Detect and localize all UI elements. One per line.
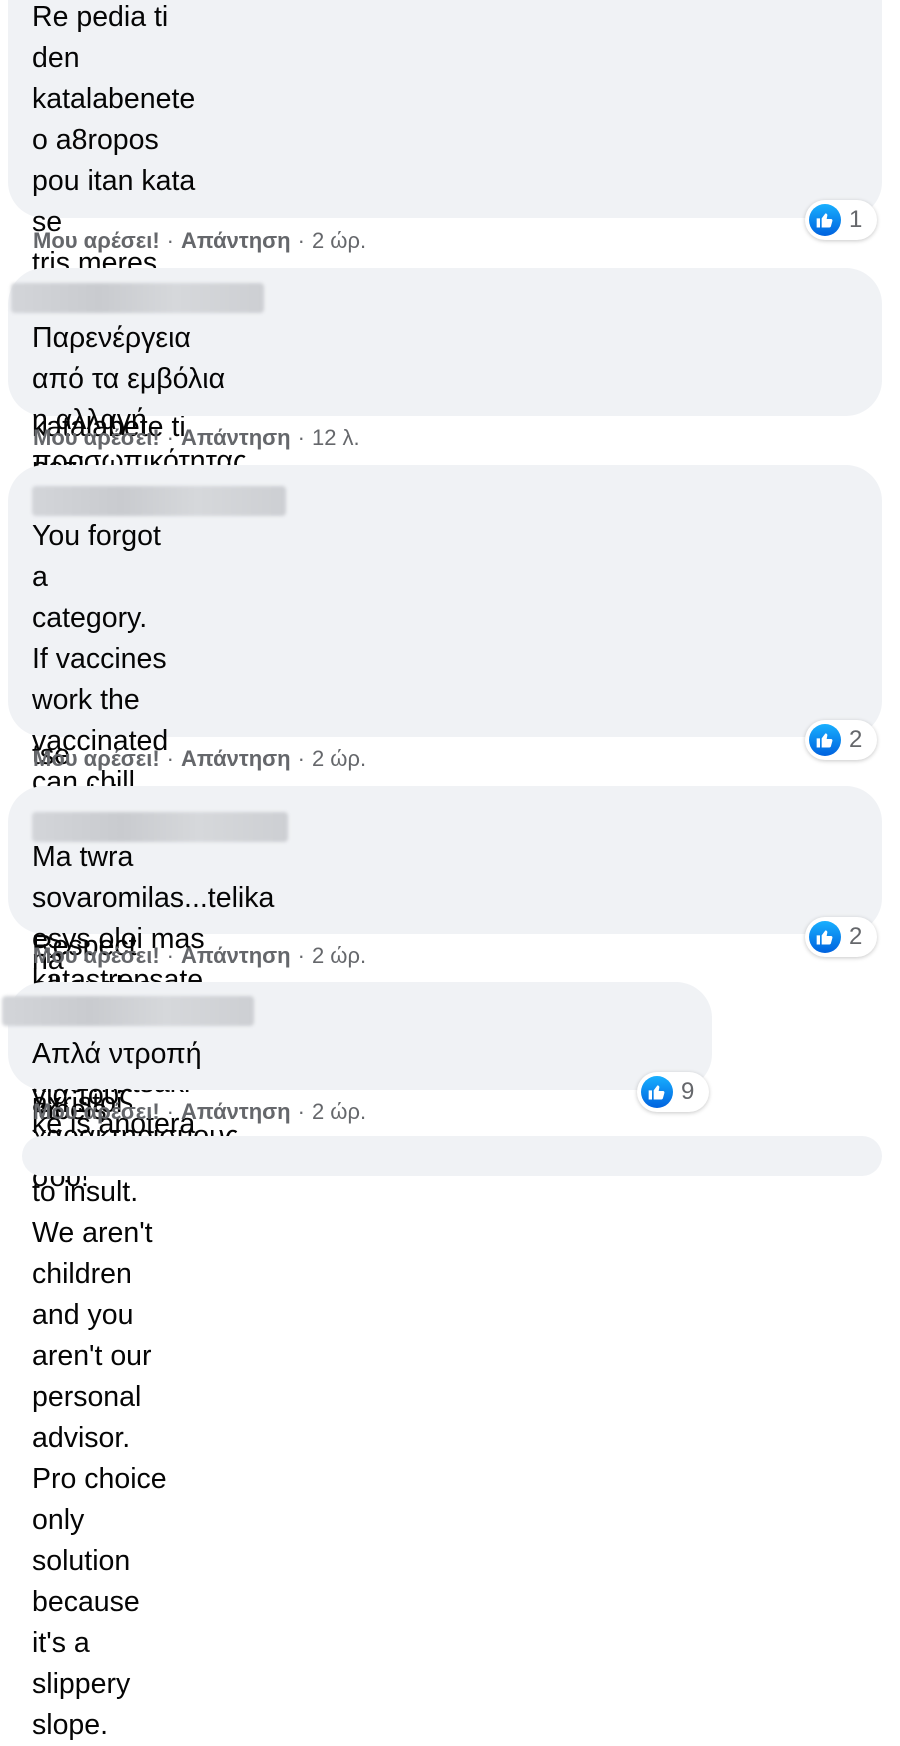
thumbs-up-icon bbox=[641, 1076, 673, 1108]
reaction-count: 1 bbox=[849, 206, 863, 233]
comment-actions: Μου αρέσει! · Απάντηση · 2 ώρ. bbox=[33, 746, 367, 771]
comment-actions: Μου αρέσει! · Απάντηση · 2 ώρ. bbox=[33, 228, 367, 253]
author-name-redacted bbox=[2, 996, 254, 1026]
like-link[interactable]: Μου αρέσει! bbox=[33, 228, 160, 253]
like-link[interactable]: Μου αρέσει! bbox=[33, 746, 160, 771]
comment-timestamp[interactable]: 12 λ. bbox=[312, 425, 360, 450]
reaction-count: 9 bbox=[681, 1078, 695, 1105]
like-link[interactable]: Μου αρέσει! bbox=[33, 943, 160, 968]
comment-actions: Μου αρέσει! · Απάντηση · 2 ώρ. bbox=[33, 1099, 367, 1124]
thumbs-up-icon bbox=[809, 204, 841, 236]
reply-link[interactable]: Απάντηση bbox=[181, 943, 291, 968]
comment-actions: Μου αρέσει! · Απάντηση · 2 ώρ. bbox=[33, 943, 367, 968]
reply-link[interactable]: Απάντηση bbox=[181, 746, 291, 771]
author-name-redacted bbox=[11, 283, 264, 313]
reaction-summary[interactable]: 9 bbox=[637, 1072, 709, 1112]
author-name-redacted bbox=[32, 486, 286, 516]
reply-link[interactable]: Απάντηση bbox=[181, 228, 291, 253]
comment-timestamp[interactable]: 2 ώρ. bbox=[312, 943, 366, 968]
like-link[interactable]: Μου αρέσει! bbox=[33, 1099, 160, 1124]
reply-link[interactable]: Απάντηση bbox=[181, 425, 291, 450]
comment-timestamp[interactable]: 2 ώρ. bbox=[312, 746, 366, 771]
comment-bubble bbox=[22, 1136, 882, 1176]
reaction-summary[interactable]: 2 bbox=[805, 720, 877, 760]
reaction-count: 2 bbox=[849, 923, 863, 950]
thumbs-up-icon bbox=[809, 921, 841, 953]
thumbs-up-icon bbox=[809, 724, 841, 756]
comment-actions: Μου αρέσει! · Απάντηση · 12 λ. bbox=[33, 425, 360, 450]
like-link[interactable]: Μου αρέσει! bbox=[33, 425, 160, 450]
comment-timestamp[interactable]: 2 ώρ. bbox=[312, 228, 366, 253]
reaction-count: 2 bbox=[849, 726, 863, 753]
comment-timestamp[interactable]: 2 ώρ. bbox=[312, 1099, 366, 1124]
reaction-summary[interactable]: 1 bbox=[805, 200, 877, 240]
reaction-summary[interactable]: 2 bbox=[805, 917, 877, 957]
reply-link[interactable]: Απάντηση bbox=[181, 1099, 291, 1124]
